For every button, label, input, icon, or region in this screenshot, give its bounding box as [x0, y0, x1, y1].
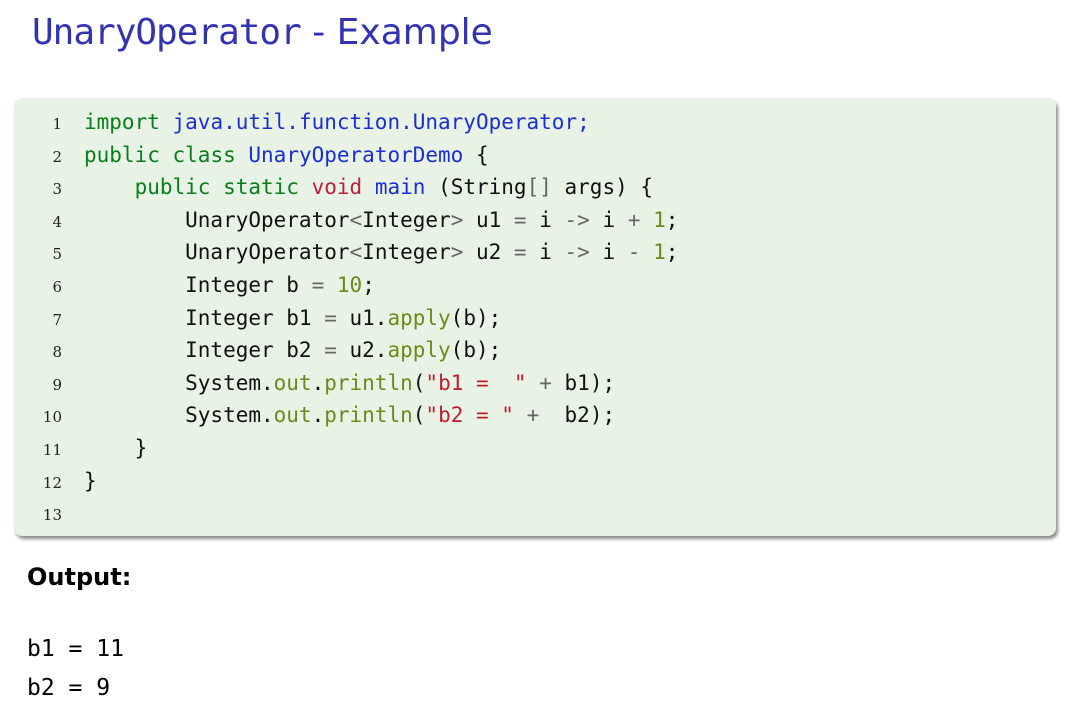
code-line: 5 UnaryOperator<Integer> u2 = i -> i - 1… — [14, 238, 1056, 271]
line-number: 7 — [52, 310, 62, 329]
code-line: 12} — [14, 467, 1056, 500]
code-line: 13 — [14, 499, 1056, 532]
code-text: } — [84, 468, 97, 493]
code-line: 4 UnaryOperator<Integer> u1 = i -> i + 1… — [14, 206, 1056, 239]
line-number: 9 — [52, 375, 62, 394]
code-line: 1 import java.util.function.UnaryOperator… — [14, 108, 1056, 141]
code-text: System.out.println("b1 = " + b1); — [84, 370, 616, 395]
code-text: } — [84, 436, 148, 460]
line-number: 2 — [52, 147, 62, 166]
line-number: 13 — [42, 506, 62, 525]
line-number: 1 — [52, 115, 62, 133]
slide: UnaryOperator - Example 1 import java.uti… — [0, 0, 1076, 720]
code-line: 9 System.out.println("b1 = " + b1); — [14, 369, 1056, 402]
code-line: 2 public class UnaryOperatorDemo { — [14, 141, 1056, 174]
line-number: 10 — [42, 408, 62, 427]
line-number: 3 — [52, 180, 62, 199]
code-line: 7 Integer b1 = u1.apply(b); — [14, 304, 1056, 337]
line-number: 4 — [52, 212, 62, 231]
code-line: 3 public static void main (String[] args… — [14, 173, 1056, 206]
line-number: 11 — [42, 441, 62, 459]
code-line: 8 Integer b2 = u2.apply(b); — [14, 336, 1056, 369]
line-number: 12 — [42, 473, 62, 492]
code-text: Integer b = 10; — [84, 273, 375, 297]
output-line-2: b2 = 9 — [27, 675, 111, 701]
code-text: UnaryOperator<Integer> u2 = i -> i - 1; — [84, 240, 679, 265]
line-number: 6 — [52, 278, 62, 296]
code-line: 11 } — [14, 434, 1056, 467]
slide-title-sans: - Example — [300, 12, 493, 53]
line-number: 5 — [52, 245, 62, 264]
output-line-1: b1 = 11 — [27, 636, 124, 662]
code-text: Integer b1 = u1.apply(b); — [84, 305, 502, 330]
code-line: 10 System.out.println("b2 = " + b2); — [14, 401, 1056, 434]
code-text: System.out.println("b2 = " + b2); — [84, 403, 616, 428]
output-label: Output: — [27, 563, 132, 591]
code-text: UnaryOperator<Integer> u1 = i -> i + 1; — [84, 207, 679, 232]
code-text: import java.util.function.UnaryOperator; — [84, 110, 590, 134]
slide-title: UnaryOperator - Example — [32, 10, 493, 55]
slide-title-mono: UnaryOperator — [32, 12, 302, 53]
line-number: 8 — [52, 343, 62, 362]
code-text: public static void main (String[] args) … — [134, 175, 654, 200]
code-text: public class UnaryOperatorDemo { — [84, 142, 489, 167]
code-line: 6 Integer b = 10; — [14, 271, 1056, 304]
code-block: 1 import java.util.function.UnaryOperator… — [14, 98, 1056, 536]
code-text: Integer b2 = u2.apply(b); — [84, 338, 502, 363]
